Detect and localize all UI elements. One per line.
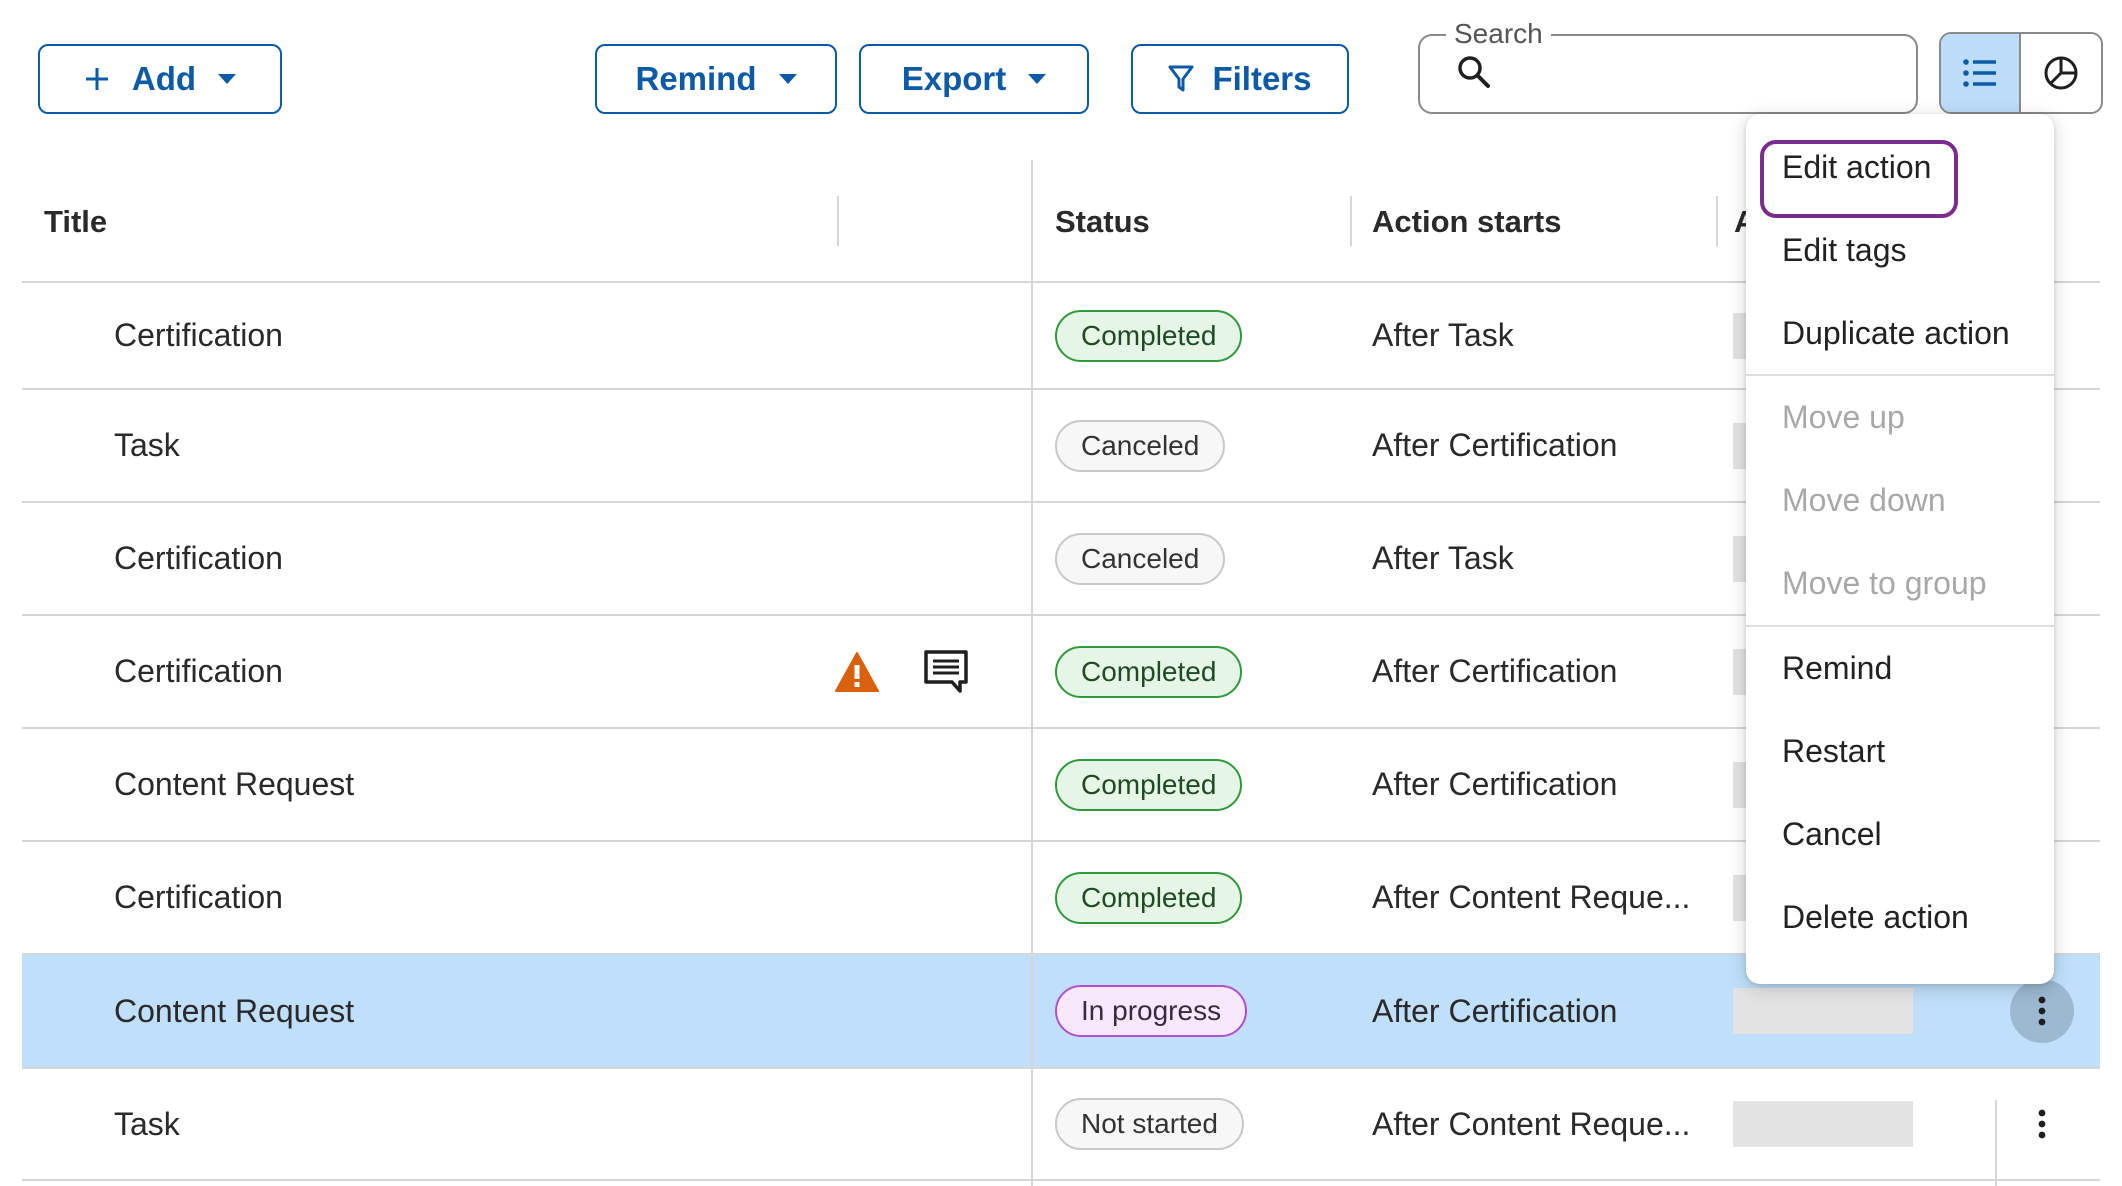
export-button-label: Export [901, 60, 1007, 97]
row-title: Certification [114, 653, 283, 689]
status-badge: Not started [1055, 1098, 1244, 1150]
menu-item-label: Delete action [1782, 899, 1969, 935]
status-badge: Completed [1055, 309, 1243, 362]
menu-item-move-up: Move up [1746, 376, 2054, 459]
more-vertical-icon [2038, 1109, 2046, 1139]
menu-item-edit-action[interactable]: Edit action [1746, 126, 2054, 218]
row-action-starts: After Certification [1372, 992, 1618, 1029]
status-badge: Canceled [1055, 532, 1226, 585]
row-status: Canceled [1055, 390, 1226, 501]
row-action-starts: After Content Reque... [1372, 879, 1691, 915]
chart-view-button[interactable] [2021, 34, 2101, 112]
row-status: In progress [1055, 955, 1248, 1067]
plus-icon [85, 68, 108, 90]
caret-down-icon [1028, 74, 1047, 84]
column-header-status[interactable]: Status [1055, 160, 1150, 283]
view-toggle [1939, 32, 2103, 114]
row-status: Not started [1055, 1069, 1244, 1179]
row-title: Certification [114, 879, 283, 915]
menu-item-remind[interactable]: Remind [1746, 627, 2054, 710]
row-title: Content Request [114, 766, 355, 802]
row-status: Completed [1055, 729, 1243, 840]
menu-item-label: Move down [1782, 482, 1946, 518]
row-action-starts: After Certification [1372, 766, 1618, 802]
status-badge: In progress [1055, 985, 1248, 1037]
assignee-placeholder [1733, 988, 1913, 1034]
menu-divider [1746, 625, 2054, 627]
filters-button[interactable]: Filters [1131, 44, 1349, 114]
row-title: Content Request [114, 992, 355, 1029]
more-vertical-icon [2038, 996, 2046, 1026]
row-status: Completed [1055, 616, 1243, 727]
menu-item-delete-action[interactable]: Delete action [1746, 876, 2054, 959]
row-status: Canceled [1055, 503, 1226, 614]
menu-item-label: Cancel [1782, 816, 1882, 852]
menu-item-label: Edit tags [1782, 232, 1907, 268]
remind-button[interactable]: Remind [595, 44, 837, 114]
filter-icon [1168, 65, 1194, 92]
menu-divider [1746, 374, 2054, 376]
table-row[interactable]: Task Not started After Content Reque... [22, 1069, 2100, 1181]
warning-icon[interactable] [834, 651, 880, 693]
caret-down-icon [778, 74, 797, 84]
export-button[interactable]: Export [859, 44, 1089, 114]
row-menu-button[interactable] [2010, 979, 2074, 1043]
caret-down-icon [218, 74, 237, 84]
status-badge: Completed [1055, 758, 1243, 811]
search-label: Search [1446, 18, 1551, 50]
menu-item-duplicate-action[interactable]: Duplicate action [1746, 292, 2054, 375]
menu-item-move-down: Move down [1746, 459, 2054, 542]
row-title: Task [114, 1105, 180, 1142]
menu-item-restart[interactable]: Restart [1746, 710, 2054, 793]
status-badge: Canceled [1055, 419, 1226, 472]
list-view-button[interactable] [1941, 34, 2021, 112]
assignee-placeholder [1733, 1101, 1913, 1147]
row-action-starts: After Task [1372, 540, 1514, 576]
remind-button-label: Remind [635, 60, 757, 97]
menu-item-label: Restart [1782, 733, 1886, 769]
row-title: Certification [114, 317, 283, 353]
status-badge: Completed [1055, 871, 1243, 924]
menu-item-label: Move up [1782, 399, 1905, 435]
row-actions-menu: Edit action Edit tags Duplicate action Move… [1746, 114, 2054, 984]
search-icon [1458, 56, 1490, 88]
list-icon [1963, 59, 1996, 87]
row-action-starts: After Content Reque... [1372, 1105, 1691, 1142]
row-action-starts: After Certification [1372, 427, 1618, 463]
menu-item-label: Move to group [1782, 565, 1987, 601]
column-header-action-starts[interactable]: Action starts [1372, 160, 1561, 283]
menu-item-edit-tags[interactable]: Edit tags [1746, 209, 2054, 292]
status-badge: Completed [1055, 645, 1243, 698]
menu-item-label: Duplicate action [1782, 315, 2010, 351]
row-title: Task [114, 427, 180, 463]
focus-ring [1760, 140, 1958, 218]
menu-item-move-to-group: Move to group [1746, 542, 2054, 625]
column-header-title[interactable]: Title [44, 160, 107, 283]
row-menu-button[interactable] [2010, 1092, 2074, 1156]
row-status: Completed [1055, 283, 1243, 388]
row-action-starts: After Certification [1372, 653, 1618, 689]
row-action-starts: After Task [1372, 317, 1514, 353]
add-button-label: Add [131, 60, 197, 97]
menu-item-cancel[interactable]: Cancel [1746, 793, 2054, 876]
row-status: Completed [1055, 842, 1243, 953]
menu-item-label: Remind [1782, 650, 1893, 686]
row-title: Certification [114, 540, 283, 576]
filters-button-label: Filters [1212, 60, 1312, 97]
add-button[interactable]: Add [38, 44, 282, 114]
comment-icon[interactable] [922, 649, 970, 695]
pie-chart-icon [2044, 56, 2078, 90]
